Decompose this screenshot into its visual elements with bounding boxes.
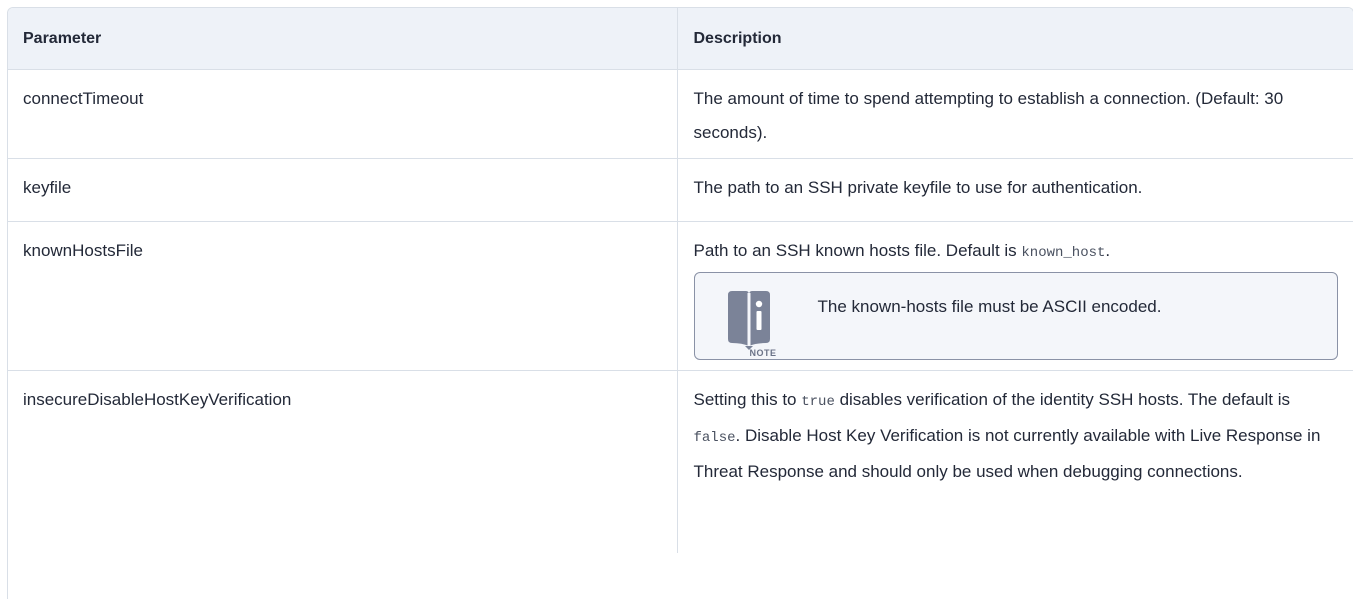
- note-callout: NOTE The known-hosts file must be ASCII …: [693, 272, 1338, 360]
- parameter-table: Parameter Description connectTimeout The…: [8, 8, 1353, 553]
- description-prefix: Path to an SSH known hosts file. Default…: [693, 241, 1022, 260]
- param-description: Path to an SSH known hosts file. Default…: [676, 221, 1353, 371]
- inline-code: known_host: [1021, 245, 1106, 261]
- table-header-row: Parameter Description: [8, 8, 1353, 70]
- header-description: Description: [676, 8, 1353, 70]
- description-suffix: .: [1105, 241, 1111, 260]
- param-name: keyfile: [8, 158, 677, 222]
- header-parameter: Parameter: [8, 8, 677, 70]
- description-text: Path to an SSH known hosts file. Default…: [694, 234, 1334, 270]
- param-name: insecureDisableHostKeyVerification: [8, 370, 677, 553]
- note-label: NOTE: [749, 348, 777, 358]
- note-text: The known-hosts file must be ASCII encod…: [817, 297, 1162, 316]
- param-name: connectTimeout: [8, 69, 677, 159]
- description-part2: disables verification of the identity SS…: [834, 390, 1290, 409]
- table-row: knownHostsFile Path to an SSH known host…: [8, 221, 1353, 371]
- param-description: The amount of time to spend attempting t…: [676, 69, 1353, 159]
- param-description: Setting this to true disables verificati…: [676, 370, 1353, 553]
- param-description: The path to an SSH private keyfile to us…: [676, 158, 1353, 222]
- parameter-table-container: Parameter Description connectTimeout The…: [7, 7, 1353, 599]
- table-row: connectTimeout The amount of time to spe…: [8, 69, 1353, 159]
- param-name: knownHostsFile: [8, 221, 677, 371]
- inline-code-false: false: [693, 430, 736, 446]
- description-part1: Setting this to: [693, 390, 802, 409]
- description-part3: . Disable Host Key Verification is not c…: [693, 426, 1321, 481]
- inline-code-true: true: [801, 394, 835, 410]
- table-row: keyfile The path to an SSH private keyfi…: [8, 158, 1353, 222]
- table-row: insecureDisableHostKeyVerification Setti…: [8, 370, 1353, 553]
